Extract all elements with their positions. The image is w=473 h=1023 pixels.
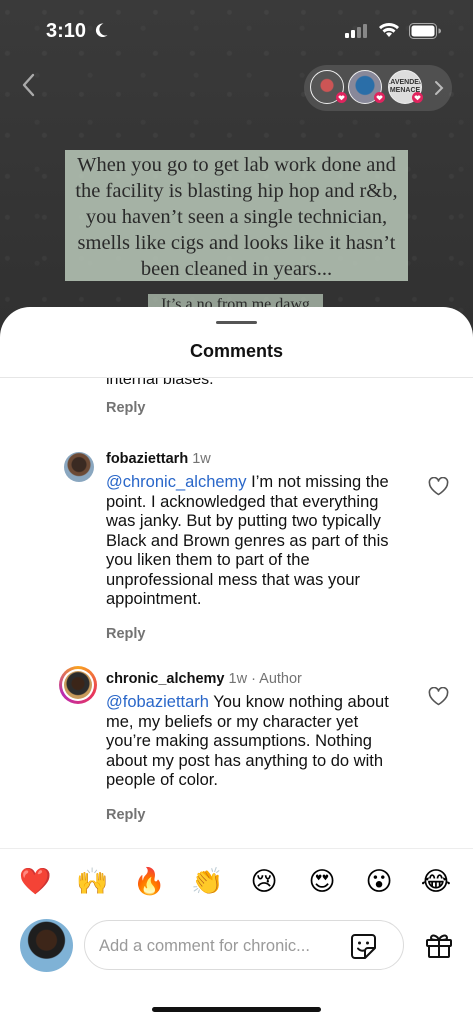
comment-header: chronic_alchemy 1w · Author [106, 670, 302, 688]
cellular-signal-icon [345, 24, 367, 38]
author-tag: · Author [247, 671, 302, 687]
emoji-heart-eyes-button[interactable]: 😍 [306, 866, 338, 898]
heart-badge-icon [412, 92, 423, 103]
heart-badge-icon [336, 92, 347, 103]
emoji-clap-button[interactable]: 👏 [191, 866, 223, 898]
sheet-title: Comments [189, 341, 283, 361]
reply-button[interactable]: Reply [106, 626, 146, 642]
comment-time: 1w [228, 671, 248, 687]
post-quote-text: When you go to get lab work done and the… [65, 150, 408, 281]
avatar-image [64, 671, 92, 699]
comment-composer[interactable] [84, 920, 404, 970]
comments-list[interactable]: internal biases. Reply fobaziettarh 1w @… [0, 378, 473, 848]
comment-text: I’m not missing the point. I acknowledge… [106, 473, 389, 608]
home-indicator[interactable] [152, 1007, 321, 1012]
emoji-heart-button[interactable]: ❤️ [19, 866, 51, 898]
comment-time: 1w [192, 451, 211, 467]
comment-header: fobaziettarh 1w [106, 450, 211, 468]
current-user-avatar [20, 919, 73, 972]
comment-username[interactable]: chronic_alchemy [106, 671, 224, 687]
quick-emoji-bar: ❤️ 🙌 🔥 👏 😢 😍 😮 😂 [0, 866, 473, 900]
gift-icon[interactable] [425, 931, 453, 959]
comment-body: @fobaziettarh You know nothing about me,… [106, 693, 406, 791]
comment-input[interactable] [99, 933, 339, 959]
emoji-raised-hands-button[interactable]: 🙌 [76, 866, 108, 898]
mention-link[interactable]: @chronic_alchemy [106, 473, 247, 491]
heart-badge-icon [374, 92, 385, 103]
chevron-right-icon [435, 81, 444, 95]
reply-button[interactable]: Reply [106, 807, 146, 823]
moon-icon [95, 23, 108, 38]
wifi-icon [379, 23, 399, 37]
status-time: 3:10 [46, 20, 87, 42]
comment-username[interactable]: fobaziettarh [106, 451, 188, 467]
emoji-surprised-button[interactable]: 😮 [363, 866, 395, 898]
story-reels-pill[interactable]: LAVENDER MENACE [304, 65, 452, 111]
status-bar: 3:10 [0, 0, 473, 60]
avatar[interactable] [59, 666, 97, 704]
heart-icon[interactable] [428, 687, 449, 706]
previous-comment-tail: internal biases. [106, 378, 214, 388]
reply-button[interactable]: Reply [106, 400, 146, 416]
comment-body: @chronic_alchemy I’m not missing the poi… [106, 473, 406, 610]
emoji-crying-button[interactable]: 😢 [248, 866, 280, 898]
heart-icon[interactable] [428, 477, 449, 496]
avatar[interactable] [64, 452, 94, 482]
back-chevron-icon[interactable] [18, 72, 40, 98]
divider [0, 848, 473, 849]
sheet-grabber[interactable] [216, 321, 257, 324]
mention-link[interactable]: @fobaziettarh [106, 693, 209, 711]
emoji-laughing-button[interactable]: 😂 [420, 866, 452, 898]
emoji-fire-button[interactable]: 🔥 [133, 866, 165, 898]
comments-sheet: Comments internal biases. Reply fobaziet… [0, 307, 473, 1023]
battery-icon [409, 23, 441, 39]
sticker-icon[interactable] [350, 933, 377, 960]
